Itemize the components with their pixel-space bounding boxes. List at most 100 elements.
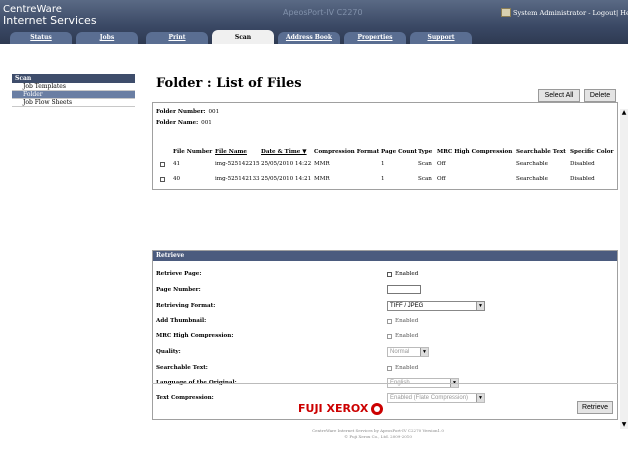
table-row: 41 img-525142215 25/05/2010 14:22 MMR 1 … <box>153 161 619 171</box>
chevron-down-icon[interactable]: ▼ <box>420 348 428 356</box>
file-compression: MMR <box>314 161 330 167</box>
scroll-up-icon[interactable]: ▲ <box>620 109 628 117</box>
col-compression-format: Compression Format <box>314 149 380 155</box>
folder-name: Folder Name: 001 <box>156 120 212 126</box>
retrieving-format-control: TIFF / JPEG ▼ <box>387 301 485 311</box>
sidebar-item-job-flow-sheets[interactable]: Job Flow Sheets <box>12 99 135 107</box>
user-bar[interactable]: System Administrator - Logout| Help <box>501 8 628 17</box>
searchable-text-checkbox[interactable] <box>387 365 392 371</box>
sidebar-heading: Scan <box>12 74 135 83</box>
sidebar-item-job-templates[interactable]: Job Templates <box>12 83 135 91</box>
chevron-down-icon[interactable]: ▼ <box>476 302 484 310</box>
col-page-count: Page Count <box>381 149 417 155</box>
row-checkbox[interactable] <box>160 177 165 182</box>
file-datetime: 25/05/2010 14:22 <box>261 161 312 167</box>
file-searchable: Searchable <box>516 161 548 167</box>
retrieve-page-label: Retrieve Page: <box>156 271 202 277</box>
scrollbar[interactable]: ▲ ▼ <box>620 109 628 429</box>
add-thumbnail-label: Add Thumbnail: <box>156 318 207 324</box>
add-thumbnail-checkbox[interactable] <box>387 318 392 324</box>
text-compression-select[interactable]: Enabled (Flate Compression) ▼ <box>387 393 485 403</box>
text-compression-value: Enabled (Flate Compression) <box>390 395 469 401</box>
tab-scan[interactable]: Scan <box>212 30 274 44</box>
quality-control: Normal ▼ <box>387 347 429 357</box>
col-file-number: File Number <box>173 149 213 155</box>
file-datetime: 25/05/2010 14:21 <box>261 176 312 182</box>
file-list-panel: Folder Number: 001 Folder Name: 001 File N… <box>152 102 618 190</box>
quality-value: Normal <box>390 349 410 355</box>
col-type: Type <box>418 149 433 155</box>
add-thumbnail-control: Enabled <box>387 318 418 324</box>
folder-number-value: 001 <box>208 109 220 115</box>
folder-name-value: 001 <box>201 120 212 126</box>
file-color: Disabled <box>570 176 595 182</box>
file-page-count: 1 <box>381 176 385 182</box>
copyright-line-2: © Fuji Xerox Co., Ltd. 2009-2010 <box>344 434 412 439</box>
footer-divider <box>152 383 618 384</box>
page-number-label: Page Number: <box>156 287 201 293</box>
chevron-down-icon[interactable]: ▼ <box>476 394 484 402</box>
col-mrc: MRC High Compression <box>437 149 513 155</box>
retrieve-panel: Retrieve Retrieve Page: Enabled Page Num… <box>152 250 618 420</box>
tab-jobs[interactable]: Jobs <box>76 32 138 44</box>
row-checkbox[interactable] <box>160 162 165 167</box>
file-type: Scan <box>418 176 432 182</box>
retrieving-format-value: TIFF / JPEG <box>390 303 424 309</box>
delete-button[interactable]: Delete <box>584 89 616 102</box>
device-model: ApeosPort-IV C2270 <box>283 8 363 17</box>
table-row: 40 img-525142133 25/05/2010 14:21 MMR 1 … <box>153 176 619 186</box>
file-mrc: Off <box>437 161 446 167</box>
text-compression-control: Enabled (Flate Compression) ▼ <box>387 393 485 403</box>
user-icon <box>501 8 511 17</box>
sidebar: Scan Job Templates Folder Job Flow Sheet… <box>12 74 135 107</box>
col-date-time[interactable]: Date & Time ▼ <box>261 149 307 155</box>
file-name: img-525142133 <box>215 176 260 182</box>
file-mrc: Off <box>437 176 446 182</box>
retrieve-page-value: Enabled <box>395 271 419 277</box>
copyright: CentreWare Internet Services by ApeosPor… <box>298 428 458 440</box>
col-searchable-text: Searchable Text <box>516 149 566 155</box>
folder-name-label: Folder Name: <box>156 120 199 126</box>
folder-number-label: Folder Number: <box>156 109 206 115</box>
page-title: Folder : List of Files <box>156 76 302 91</box>
col-specific-color: Specific Color <box>570 149 614 155</box>
quality-label: Quality: <box>156 349 181 355</box>
mrc-checkbox[interactable] <box>387 333 392 339</box>
retrieving-format-select[interactable]: TIFF / JPEG ▼ <box>387 301 485 311</box>
page-number-input[interactable] <box>387 285 421 294</box>
searchable-text-label: Searchable Text: <box>156 365 208 371</box>
retrieve-heading: Retrieve <box>153 251 617 261</box>
add-thumbnail-value: Enabled <box>395 318 419 324</box>
mrc-value: Enabled <box>395 333 419 339</box>
fuji-xerox-logo: FUJI XEROX <box>298 402 384 415</box>
text-compression-label: Text Compression: <box>156 395 214 401</box>
retrieve-page-checkbox[interactable] <box>387 271 392 277</box>
col-file-name[interactable]: File Name <box>215 149 247 155</box>
logo-text: FUJI XEROX <box>298 402 369 415</box>
retrieve-page-control: Enabled <box>387 271 418 277</box>
file-page-count: 1 <box>381 161 385 167</box>
quality-select[interactable]: Normal ▼ <box>387 347 429 357</box>
tab-print[interactable]: Print <box>146 32 208 44</box>
sidebar-item-folder[interactable]: Folder <box>12 91 135 99</box>
globe-icon <box>371 402 384 415</box>
retrieving-format-label: Retrieving Format: <box>156 303 216 309</box>
user-links[interactable]: System Administrator - Logout| Help <box>513 9 628 17</box>
table-header: File Number File Name Date & Time ▼ Comp… <box>153 149 619 159</box>
select-all-button[interactable]: Select All <box>538 89 580 102</box>
searchable-text-value: Enabled <box>395 365 419 371</box>
searchable-text-control: Enabled <box>387 365 418 371</box>
folder-number: Folder Number: 001 <box>156 109 219 115</box>
file-name: img-525142215 <box>215 161 260 167</box>
file-type: Scan <box>418 161 432 167</box>
file-number: 41 <box>173 161 181 167</box>
retrieve-button[interactable]: Retrieve <box>577 401 613 414</box>
tab-support[interactable]: Support <box>410 32 472 44</box>
scroll-down-icon[interactable]: ▼ <box>620 421 628 429</box>
main-area: Scan Job Templates Folder Job Flow Sheet… <box>0 44 628 452</box>
tab-address-book[interactable]: Address Book <box>278 32 340 44</box>
file-color: Disabled <box>570 161 595 167</box>
tab-status[interactable]: Status <box>10 32 72 44</box>
file-number: 40 <box>173 176 181 182</box>
tab-properties[interactable]: Properties <box>344 32 406 44</box>
